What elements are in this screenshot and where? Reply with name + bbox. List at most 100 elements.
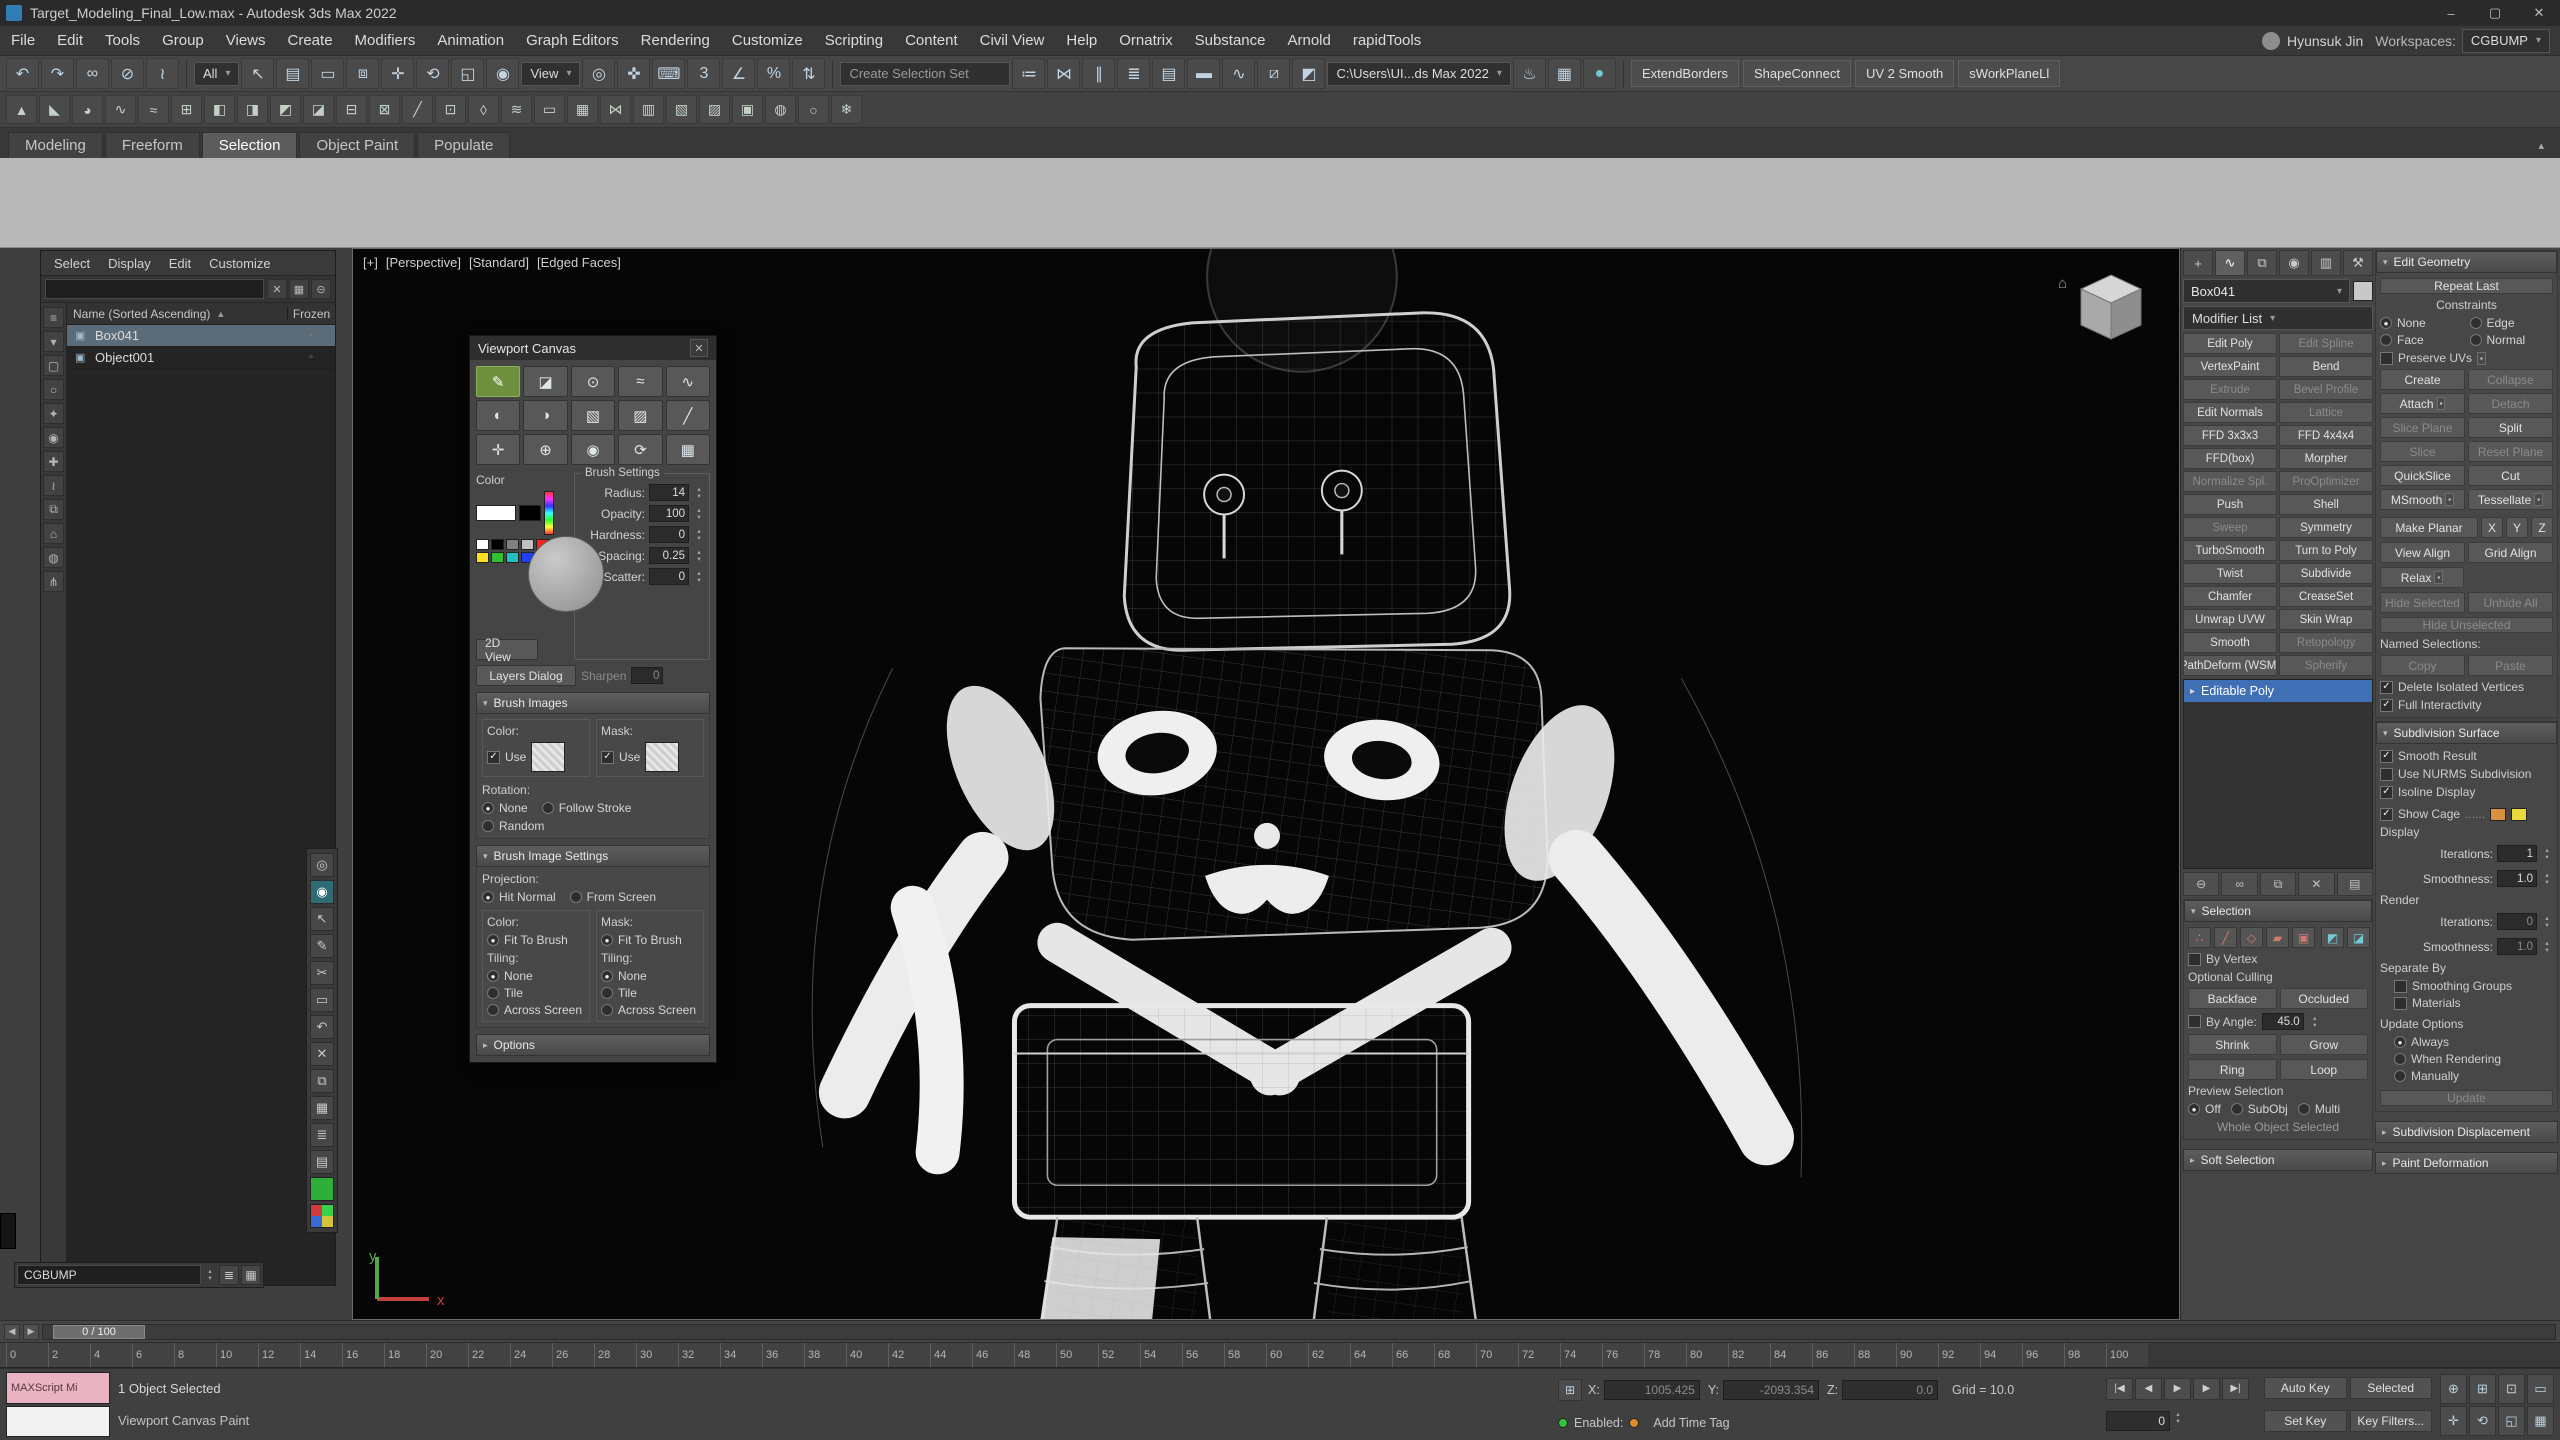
macro-recorder-line[interactable]: MAXScript Mi [6,1372,110,1404]
cgbump-list-icon[interactable]: ≣ [219,1265,239,1285]
render-smoothness-field[interactable]: 1.0 [2497,938,2537,955]
curve-editor-icon[interactable]: ∿ [1222,58,1255,89]
2d-view-button[interactable]: 2D View [476,639,538,660]
frame-spinner[interactable] [2172,1411,2184,1431]
show-shapes-icon[interactable]: ○ [43,379,64,400]
color-tiling-radio[interactable]: Tile [487,986,585,1000]
show-spacewarps-icon[interactable]: ≀ [43,475,64,496]
select-and-move-icon[interactable]: ✛ [381,58,414,89]
schematic-view-icon[interactable]: ⧄ [1257,58,1290,89]
rotation-follow-stroke-radio[interactable]: Follow Stroke [542,801,632,815]
palette-color-cell[interactable] [521,539,534,550]
spinner[interactable] [693,570,705,584]
create-tab[interactable]: + [2183,250,2213,276]
edit-geometry-button[interactable]: View Align [2380,542,2465,563]
cage-selected-color-swatch[interactable] [2511,808,2527,821]
shrink-button[interactable]: Shrink [2188,1034,2277,1055]
unlink-selection-icon[interactable]: ⊘ [111,58,144,89]
paste-selection-button[interactable]: Paste [2468,655,2553,676]
cage-color-swatch[interactable] [2490,808,2506,821]
preview-selection-radio[interactable]: ● Off [2188,1102,2221,1116]
make-planar-axis-button[interactable]: Z [2531,517,2553,538]
layer-list-icon[interactable]: ≣ [310,1123,334,1147]
modifier-button[interactable]: Turn to Poly [2279,540,2373,561]
foreground-color-swatch[interactable] [476,505,516,521]
listener-line[interactable] [6,1406,110,1438]
ribbon-collapse-icon[interactable]: ▴ [2538,139,2552,158]
modifier-button[interactable]: Skin Wrap [2279,609,2373,630]
detach-tool-icon[interactable]: ▧ [666,95,697,124]
dodge-tool[interactable]: ◐ [476,400,520,431]
stack-entry[interactable]: ▸ Editable Poly [2184,680,2372,702]
create-selection-set-input[interactable]: Create Selection Set [840,62,1010,86]
menu-item[interactable]: Graph Editors [515,26,630,55]
modifier-button[interactable]: Spherify [2279,655,2373,676]
zoom-canvas-tool[interactable]: ⊕ [523,434,567,465]
remove-modifier-icon[interactable]: ✕ [2298,872,2334,896]
pan-icon[interactable]: ✛ [2440,1406,2467,1436]
align-icon[interactable]: ∥ [1082,58,1115,89]
keyboard-override-icon[interactable]: ⌨ [652,58,685,89]
preview-highlight-icon[interactable]: ◩ [2321,927,2344,948]
constraint-radio[interactable]: Edge [2470,316,2554,330]
menu-item[interactable]: Modifiers [344,26,427,55]
bind-to-spacewarp-icon[interactable]: ≀ [146,58,179,89]
menu-item[interactable]: Help [1055,26,1108,55]
modifier-button[interactable]: Unwrap UVW [2183,609,2277,630]
edit-geometry-button[interactable]: Grid Align [2468,542,2553,563]
edit-geometry-button[interactable]: Slice Plane [2380,417,2465,438]
zoom-icon[interactable]: ⊕ [2440,1374,2467,1404]
make-planar-button[interactable]: Make Planar [2380,517,2478,538]
paint-connect-icon[interactable]: ≈ [138,95,169,124]
outline-tool-icon[interactable]: ◪ [303,95,334,124]
shaded-selection-icon[interactable]: ◕ [72,95,103,124]
explorer-menu-item[interactable]: Edit [160,256,200,271]
next-frame-arrow[interactable]: ▶ [23,1324,39,1340]
render-production-icon[interactable]: ● [1583,58,1616,89]
edit-geometry-button[interactable]: Tessellate▪ [2468,489,2553,510]
color-brush-image-thumb[interactable] [531,742,565,772]
display-iterations-field[interactable]: 1 [2497,845,2537,862]
vertex-mode-icon[interactable]: ∴ [2188,927,2211,948]
modifier-button[interactable]: VertexPaint [2183,356,2277,377]
select-similar-icon[interactable]: ◪ [2347,927,2370,948]
projection-from-screen-radio[interactable]: From Screen [570,890,656,904]
toggle-scene-explorer-icon[interactable]: ≣ [1117,58,1150,89]
color-tiling-radio[interactable]: ● None [487,969,585,983]
snaps-toggle-icon[interactable]: 3 [687,58,720,89]
constraint-radio[interactable]: Normal [2470,333,2554,347]
time-slider-handle[interactable]: 0 / 100 [53,1325,145,1339]
spinner[interactable] [693,507,705,521]
add-time-tag[interactable]: Add Time Tag [1653,1416,1729,1430]
ribbon-tab[interactable]: Modeling [8,132,103,158]
options-rollout-header[interactable]: ▸Options [476,1034,710,1056]
mask-fit-to-brush-radio[interactable]: ● Fit To Brush [601,933,699,947]
menu-item[interactable]: Substance [1184,26,1277,55]
zoom-region-icon[interactable]: ▭ [2527,1374,2554,1404]
menu-item[interactable]: rapidTools [1342,26,1432,55]
modify-tab[interactable]: ∿ [2215,250,2245,276]
select-and-rotate-icon[interactable]: ⟲ [416,58,449,89]
smart-select-icon[interactable]: ▲ [6,95,37,124]
brush-setting-field[interactable]: 0 [649,526,689,543]
viewport-label-part[interactable]: [Edged Faces] [537,255,621,270]
mirror-icon[interactable]: ⋈ [1047,58,1080,89]
backface-culling-button[interactable]: Backface [2188,988,2277,1009]
modifier-button[interactable]: Edit Poly [2183,333,2277,354]
polygon-mode-icon[interactable]: ▰ [2266,927,2289,948]
play-icon[interactable]: ▶ [2164,1378,2191,1400]
preview-selection-radio[interactable]: SubObj [2231,1102,2288,1116]
maximize-viewport-icon[interactable]: ◱ [2498,1406,2525,1436]
make-planar-axis-button[interactable]: Y [2506,517,2528,538]
utilities-tab[interactable]: ⚒ [2343,250,2373,276]
update-button[interactable]: Update [2380,1090,2553,1106]
symmetry-tool-icon[interactable]: ⋈ [600,95,631,124]
relax-button[interactable]: Relax ▪ [2380,567,2464,588]
spinner[interactable] [693,528,705,542]
show-groups-icon[interactable]: ⧉ [43,499,64,520]
attach-tool-icon[interactable]: ▨ [699,95,730,124]
undo-icon[interactable]: ↶ [6,58,39,89]
maximize-button[interactable]: ▢ [2474,0,2516,26]
layers-dialog-button[interactable]: Layers Dialog [476,665,576,686]
material-editor-icon[interactable]: ◩ [1292,58,1325,89]
